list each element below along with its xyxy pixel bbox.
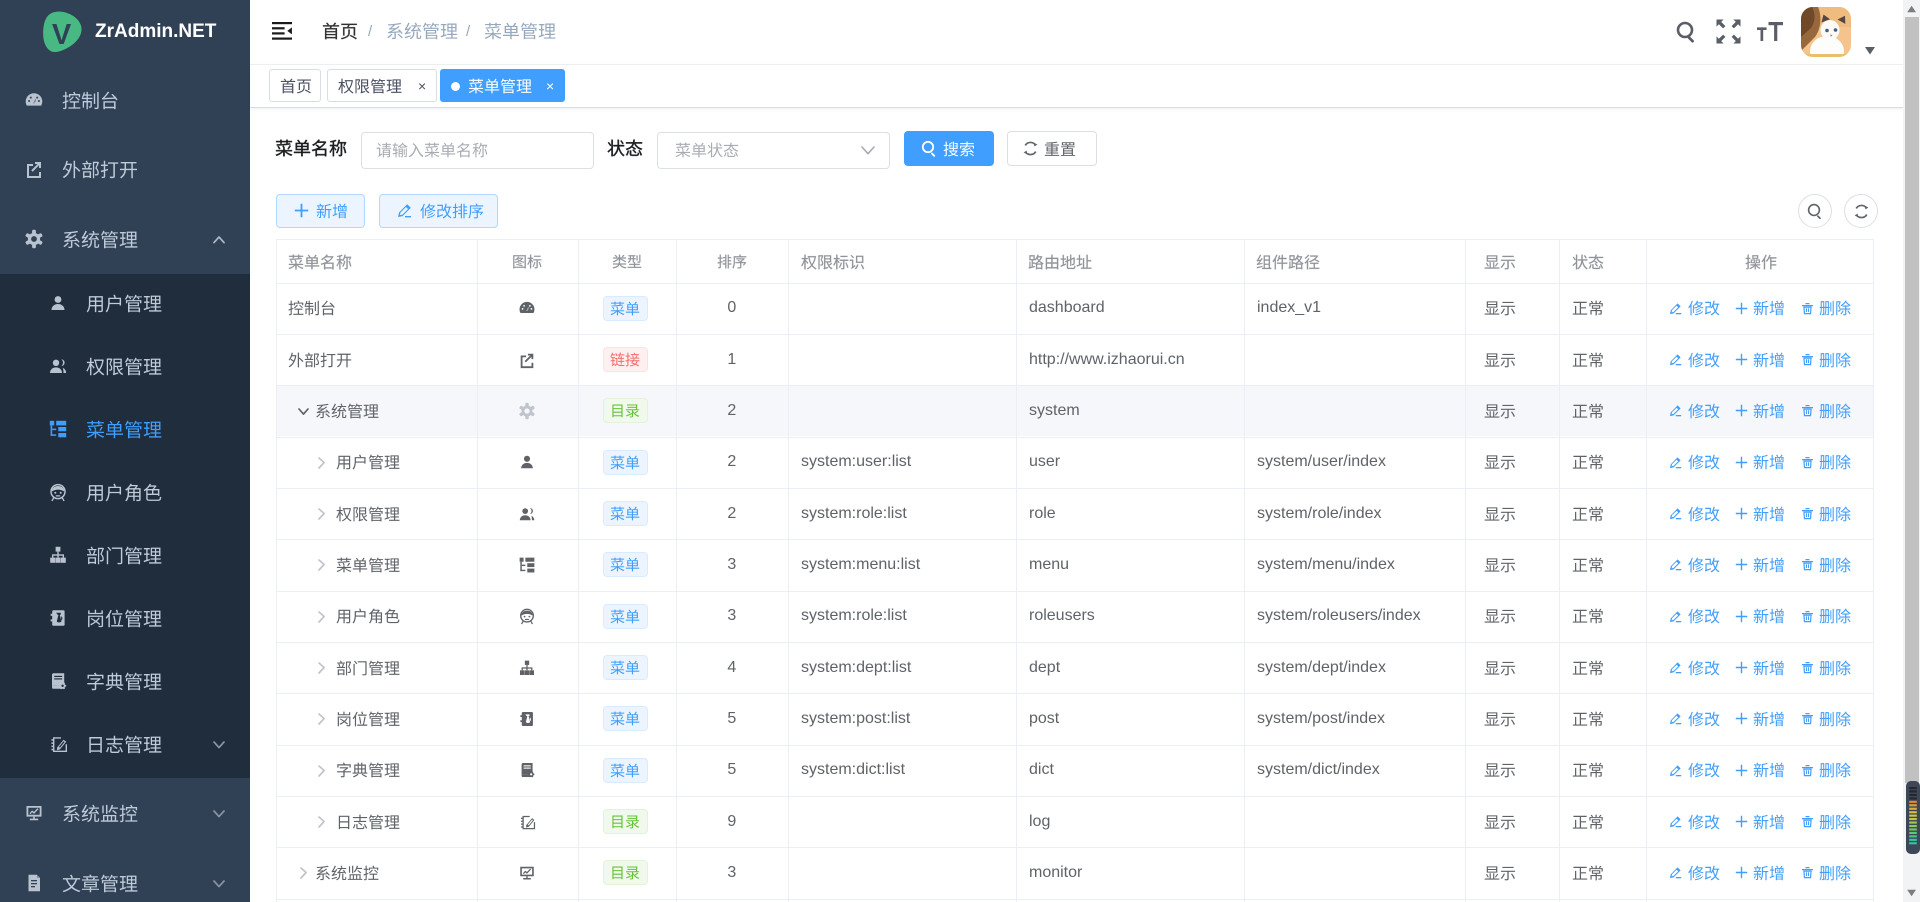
svg-text:V: V <box>52 19 72 51</box>
